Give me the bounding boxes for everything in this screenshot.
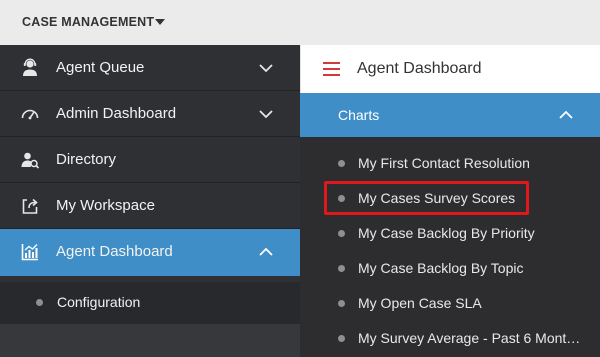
- sidebar-footer: [0, 324, 300, 357]
- chart-item-label: My Open Case SLA: [358, 295, 482, 311]
- chevron-down-icon: [259, 110, 273, 119]
- bullet-icon: [338, 265, 345, 272]
- bullet-icon: [36, 299, 43, 306]
- workspace-export-icon: [22, 198, 38, 214]
- sidebar-subitem-label: Configuration: [57, 294, 141, 310]
- gauge-icon: [21, 109, 39, 120]
- sidebar-item-label: Agent Dashboard: [56, 243, 173, 260]
- highlight-box: [324, 181, 529, 215]
- chevron-up-icon: [559, 110, 573, 119]
- chart-list-item[interactable]: My Survey Average - Past 6 Mont…: [300, 321, 600, 356]
- chart-item-label: My Survey Average - Past 6 Mont…: [358, 330, 581, 346]
- chart-item-label: My First Contact Resolution: [358, 155, 530, 171]
- bullet-icon: [338, 300, 345, 307]
- chevron-down-icon: [259, 64, 273, 73]
- sidebar-item-label: Directory: [56, 151, 117, 168]
- chevron-up-icon: [259, 247, 273, 256]
- chart-list-item[interactable]: My Open Case SLA: [300, 286, 600, 321]
- sidebar-item-directory[interactable]: Directory: [0, 137, 300, 183]
- directory-search-icon: [21, 152, 40, 169]
- agent-icon: [23, 58, 37, 76]
- panel-header: Agent Dashboard: [300, 45, 600, 93]
- bullet-icon: [338, 335, 345, 342]
- chart-list-item[interactable]: My Case Backlog By Topic: [300, 251, 600, 286]
- chart-icon: [21, 244, 38, 261]
- sidebar-item-label: My Workspace: [56, 197, 155, 214]
- sidebar-subitem-configuration[interactable]: Configuration: [0, 282, 300, 324]
- panel-title: Agent Dashboard: [357, 60, 482, 77]
- app-title[interactable]: CASE MANAGEMENT: [22, 15, 154, 29]
- chart-item-label: My Case Backlog By Topic: [358, 260, 524, 276]
- caret-down-icon[interactable]: [155, 19, 165, 25]
- top-bar: CASE MANAGEMENT: [0, 0, 600, 45]
- chart-item-label: My Case Backlog By Priority: [358, 225, 535, 241]
- sidebar-item-admin-dashboard[interactable]: Admin Dashboard: [0, 91, 300, 137]
- bullet-icon: [338, 160, 345, 167]
- sidebar-item-label: Admin Dashboard: [56, 105, 177, 122]
- section-header-charts[interactable]: Charts: [300, 93, 600, 137]
- sidebar-item-label: Agent Queue: [56, 59, 145, 76]
- chart-list-item[interactable]: My First Contact Resolution: [300, 146, 600, 181]
- section-label: Charts: [338, 107, 380, 123]
- sidebar-item-agent-dashboard[interactable]: Agent Dashboard: [0, 229, 300, 276]
- hamburger-menu-icon[interactable]: [323, 62, 340, 76]
- chart-list-item[interactable]: My Case Backlog By Priority: [300, 216, 600, 251]
- sidebar: Agent Queue Admin Dashboard Directory My…: [0, 45, 300, 357]
- sidebar-item-agent-queue[interactable]: Agent Queue: [0, 45, 300, 91]
- bullet-icon: [338, 230, 345, 237]
- sidebar-item-my-workspace[interactable]: My Workspace: [0, 183, 300, 229]
